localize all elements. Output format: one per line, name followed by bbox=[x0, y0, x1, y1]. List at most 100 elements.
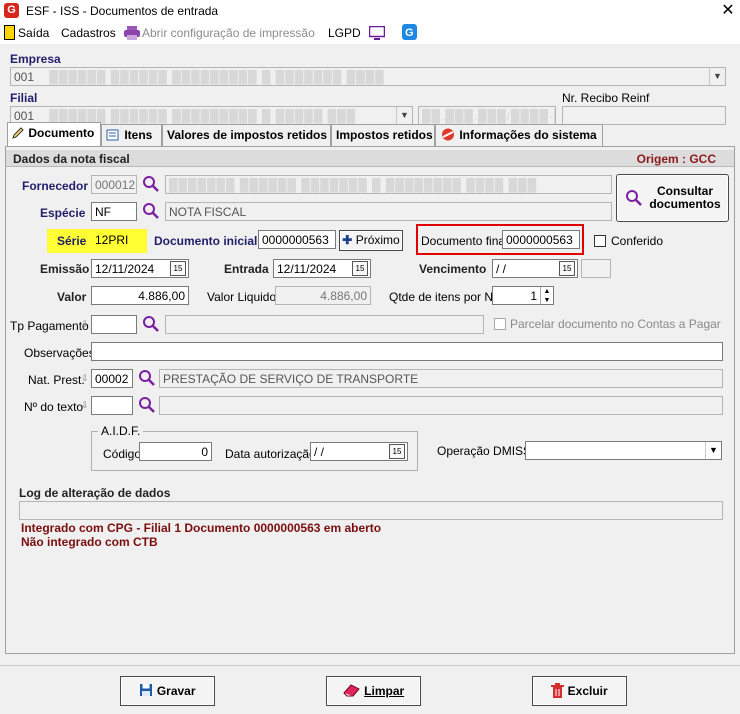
supplier-name-redacted: ███████ ██████ ███████ █ ████████ ████ █… bbox=[169, 178, 538, 192]
due-date-input[interactable]: / / 15 bbox=[492, 259, 578, 278]
branch-label: Filial bbox=[10, 91, 38, 105]
company-label: Empresa bbox=[10, 52, 61, 66]
tab-itens[interactable]: Itens bbox=[101, 124, 162, 146]
tab-impostos-retidos[interactable]: Impostos retidos bbox=[331, 124, 435, 146]
aidf-title: A.I.D.F. bbox=[98, 424, 144, 438]
floppy-icon bbox=[140, 684, 153, 696]
checked-checkbox[interactable] bbox=[594, 235, 606, 247]
origin-label: Origem : GCC bbox=[636, 152, 716, 166]
system-info-icon bbox=[442, 128, 454, 141]
menu-lgpd[interactable]: LGPD bbox=[328, 26, 361, 40]
calendar-icon[interactable]: 15 bbox=[559, 261, 575, 276]
series-input[interactable]: 12PRI bbox=[91, 230, 139, 249]
aidf-date-value: / / bbox=[314, 445, 325, 459]
menu-print-config[interactable]: Abrir configuração de impressão bbox=[142, 26, 315, 40]
g-app-icon[interactable]: G bbox=[402, 24, 417, 40]
calendar-icon[interactable]: 15 bbox=[352, 261, 368, 276]
items-qty-label: Qtde de itens por NF bbox=[389, 290, 501, 304]
tab-documento-label: Documento bbox=[28, 126, 95, 140]
printer-icon bbox=[124, 26, 140, 40]
save-button[interactable]: Gravar bbox=[120, 676, 215, 706]
service-nature-name: PRESTAÇÃO DE SERVIÇO DE TRANSPORTE bbox=[159, 369, 723, 388]
value-input[interactable]: 4.886,00 bbox=[91, 286, 189, 305]
service-nature-label: Nat. Prest. bbox=[28, 373, 85, 387]
pin-icon: ⇩ bbox=[81, 319, 89, 329]
consult-documents-label: Consultar documentos bbox=[649, 184, 721, 211]
branch-cnpj: ██.███.███/████-██ bbox=[418, 106, 556, 125]
search-icon bbox=[626, 190, 642, 206]
supplier-code[interactable]: 000012 bbox=[91, 175, 137, 194]
company-code: 001 bbox=[14, 70, 35, 84]
search-icon[interactable] bbox=[142, 175, 160, 193]
search-icon[interactable] bbox=[142, 315, 160, 333]
chevron-down-icon[interactable]: ▼ bbox=[705, 442, 721, 459]
issue-date-value: 12/11/2024 bbox=[95, 262, 155, 276]
final-doc-input[interactable]: 0000000563 bbox=[502, 230, 580, 249]
company-select[interactable]: 001 ██████ ██████ █████████ █ ███████ ██… bbox=[10, 67, 726, 86]
dmiss-select[interactable]: ▼ bbox=[525, 441, 722, 460]
consult-documents-button[interactable]: Consultar documentos bbox=[616, 174, 729, 222]
notes-input[interactable] bbox=[91, 342, 723, 361]
payment-type-input[interactable] bbox=[91, 315, 137, 334]
service-nature-code[interactable]: 00002 bbox=[91, 369, 133, 388]
app-logo-icon: G bbox=[4, 3, 19, 18]
monitor-icon[interactable] bbox=[369, 26, 385, 40]
footer-divider bbox=[0, 665, 740, 666]
clear-button[interactable]: Limpar bbox=[326, 676, 421, 706]
entry-label: Entrada bbox=[224, 262, 269, 276]
series-label: Série bbox=[57, 234, 87, 248]
log-field bbox=[19, 501, 723, 520]
calendar-icon[interactable]: 15 bbox=[389, 444, 405, 459]
text-no-input[interactable] bbox=[91, 396, 133, 415]
tab-valores-label: Valores de impostos retidos bbox=[167, 128, 328, 142]
eraser-icon bbox=[343, 684, 360, 697]
trash-icon bbox=[551, 683, 565, 698]
supplier-name: ███████ ██████ ███████ █ ████████ ████ █… bbox=[165, 175, 612, 194]
search-icon[interactable] bbox=[142, 202, 160, 220]
installments-label: Parcelar documento no Contas a Pagar bbox=[510, 317, 721, 331]
initial-doc-input[interactable]: 0000000563 bbox=[258, 230, 336, 249]
initial-doc-label: Documento inicial bbox=[154, 234, 258, 248]
close-icon[interactable]: ✕ bbox=[717, 1, 739, 21]
exit-icon[interactable] bbox=[4, 25, 15, 40]
net-value-label: Valor Liquido bbox=[207, 290, 277, 304]
final-doc-label: Documento final bbox=[421, 234, 508, 248]
title-bar: G ESF - ISS - Documentos de entrada ✕ bbox=[0, 0, 740, 22]
items-qty-input[interactable]: 1 ▲ ▼ bbox=[492, 286, 554, 305]
tab-impostos-label: Impostos retidos bbox=[336, 128, 433, 142]
dmiss-label: Operação DMISS bbox=[437, 444, 532, 458]
spinner-arrows-icon[interactable]: ▲ ▼ bbox=[540, 287, 553, 304]
aidf-date-input[interactable]: / / 15 bbox=[310, 442, 408, 461]
due-label: Vencimento bbox=[419, 262, 487, 276]
chevron-down-icon[interactable]: ▼ bbox=[396, 107, 412, 124]
text-name bbox=[159, 396, 723, 415]
aidf-code-input[interactable]: 0 bbox=[139, 442, 212, 461]
due-date-value: / / bbox=[496, 262, 507, 276]
search-icon[interactable] bbox=[138, 396, 156, 414]
menu-exit[interactable]: Saída bbox=[18, 26, 49, 40]
next-button[interactable]: ✚ Próximo bbox=[339, 230, 403, 251]
pin-icon: ⇩ bbox=[81, 373, 89, 383]
installments-checkbox[interactable] bbox=[494, 318, 506, 330]
save-button-label: Gravar bbox=[156, 684, 196, 698]
tab-itens-label: Itens bbox=[124, 128, 153, 142]
delete-button[interactable]: Excluir bbox=[532, 676, 627, 706]
calendar-icon[interactable]: 15 bbox=[170, 261, 186, 276]
payment-type-name bbox=[165, 315, 484, 334]
entry-date-input[interactable]: 12/11/2024 15 bbox=[273, 259, 371, 278]
aidf-code-label: Código bbox=[103, 447, 142, 461]
company-name-redacted: ██████ ██████ █████████ █ ███████ ████ bbox=[49, 70, 385, 84]
species-code[interactable]: NF bbox=[91, 202, 137, 221]
reinf-input[interactable] bbox=[562, 106, 726, 125]
value-label: Valor bbox=[57, 290, 87, 304]
entry-date-value: 12/11/2024 bbox=[277, 262, 337, 276]
menu-registrations[interactable]: Cadastros bbox=[61, 26, 116, 40]
search-icon[interactable] bbox=[138, 369, 156, 387]
issue-date-input[interactable]: 12/11/2024 15 bbox=[91, 259, 189, 278]
branch-name-redacted: ██████ ██████ █████████ █ █████ ███ bbox=[49, 109, 357, 123]
svg-text:G: G bbox=[405, 27, 414, 39]
tab-documento[interactable]: Documento bbox=[7, 122, 101, 146]
tab-informacoes-sistema[interactable]: Informações do sistema bbox=[435, 124, 603, 146]
chevron-down-icon[interactable]: ▼ bbox=[709, 68, 725, 85]
tab-valores-impostos[interactable]: Valores de impostos retidos bbox=[162, 124, 331, 146]
